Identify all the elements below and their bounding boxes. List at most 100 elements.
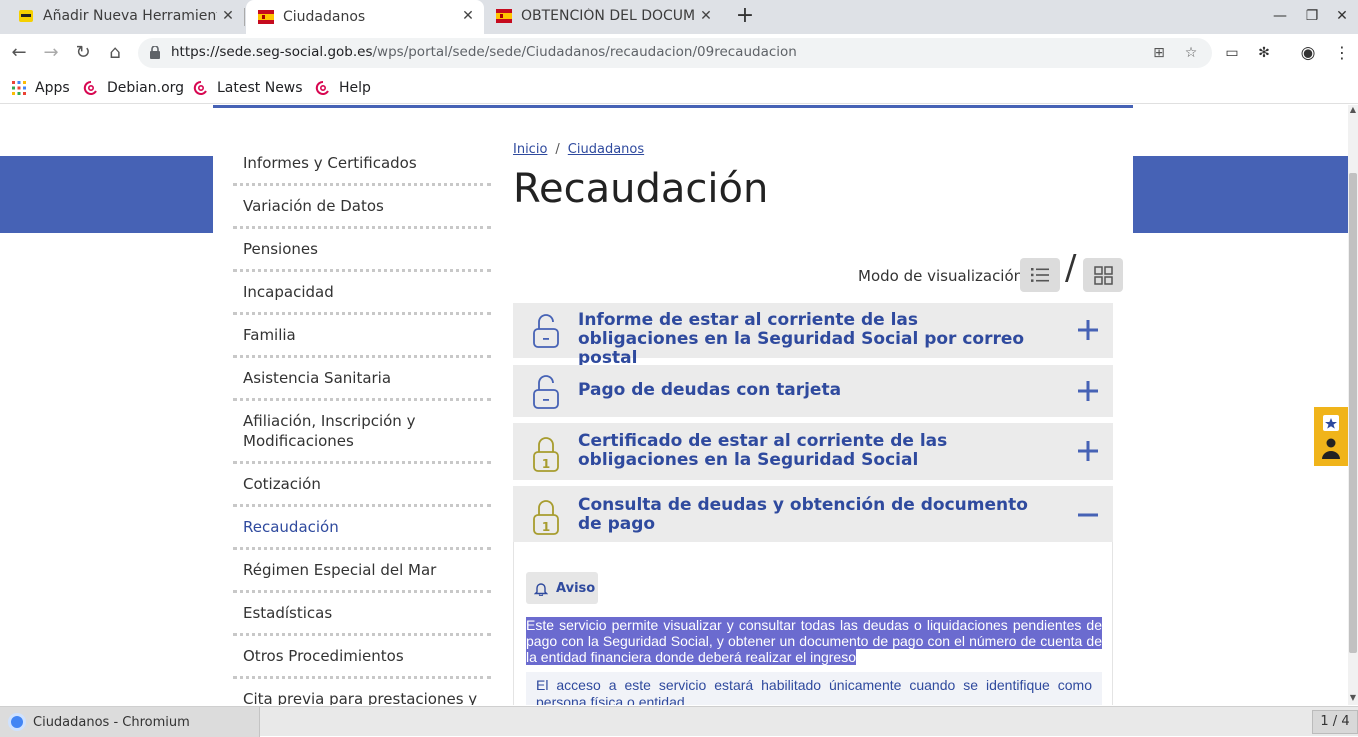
tab-obtencion-documento[interactable]: OBTENCIÓN DEL DOCUM ✕ xyxy=(484,0,722,32)
svg-text:1: 1 xyxy=(542,457,550,471)
debian-swirl-icon xyxy=(193,80,207,95)
extension-puzzle-icon[interactable]: ✻ xyxy=(1255,44,1273,62)
minimize-icon[interactable]: — xyxy=(1270,6,1290,26)
url-text[interactable]: https://sede.seg-social.gob.es/wps/porta… xyxy=(171,44,797,60)
browser-toolbar: ← → ↻ ⌂ https://sede.seg-social.gob.es/w… xyxy=(0,34,1358,72)
accordion-title[interactable]: Pago de deudas con tarjeta xyxy=(578,381,1038,400)
reload-icon[interactable]: ↻ xyxy=(72,42,94,64)
sidebar-item-incapacidad[interactable]: Incapacidad xyxy=(233,272,491,315)
aviso-badge[interactable]: Aviso xyxy=(526,572,598,604)
vertical-scrollbar[interactable]: ▲ ▼ xyxy=(1348,105,1358,705)
breadcrumb: Inicio / Ciudadanos xyxy=(513,142,644,157)
sidebar-item-otros-procedimientos[interactable]: Otros Procedimientos xyxy=(233,636,491,679)
tab-divider xyxy=(244,8,245,26)
forward-arrow-icon[interactable]: → xyxy=(40,42,62,64)
tab-title: Ciudadanos xyxy=(283,9,366,25)
new-tab-plus-icon[interactable]: + xyxy=(734,4,756,28)
user-star-icon xyxy=(1322,415,1340,459)
close-icon[interactable]: ✕ xyxy=(220,8,236,24)
spain-crest-icon xyxy=(258,10,274,24)
unlocked-icon xyxy=(533,375,559,409)
sidebar-item-cotizacion[interactable]: Cotización xyxy=(233,464,491,507)
lock-level-1-icon: 1 xyxy=(533,437,559,472)
sidebar-item-recaudacion[interactable]: Recaudación xyxy=(233,507,491,550)
bookmarks-bar: Apps Debian.org Latest News Help xyxy=(0,72,1358,104)
close-icon[interactable]: ✕ xyxy=(460,8,476,24)
accessibility-widget[interactable] xyxy=(1314,407,1348,466)
translate-icon[interactable]: ⊞ xyxy=(1150,44,1168,62)
scroll-up-arrow-icon[interactable]: ▲ xyxy=(1348,105,1358,115)
sidebar-item-variacion-datos[interactable]: Variación de Datos xyxy=(233,186,491,229)
content-container: Informes y Certificados Variación de Dat… xyxy=(213,108,1133,705)
accordion-item-pago-tarjeta[interactable]: Pago de deudas con tarjeta xyxy=(513,365,1113,417)
view-mode-label: Modo de visualización: xyxy=(858,267,1029,285)
view-mode-separator: / xyxy=(1065,248,1077,288)
lock-level-1-icon: 1 xyxy=(533,500,559,535)
home-icon[interactable]: ⌂ xyxy=(104,42,126,64)
tab-title: Añadir Nueva Herramienta xyxy=(43,8,217,24)
bookmark-debian[interactable]: Debian.org xyxy=(83,78,184,98)
page-title: Recaudación xyxy=(513,166,769,212)
url-path: /wps/portal/sede/sede/Ciudadanos/recauda… xyxy=(372,44,797,60)
tab-title: OBTENCIÓN DEL DOCUM xyxy=(521,8,696,24)
sidebar-item-afiliacion[interactable]: Afiliación, Inscripción y Modificaciones xyxy=(233,401,491,464)
close-icon[interactable]: ✕ xyxy=(698,8,714,24)
accordion-title[interactable]: Certificado de estar al corriente de las… xyxy=(578,432,1038,470)
breadcrumb-home-link[interactable]: Inicio xyxy=(513,142,547,157)
window-close-icon[interactable]: ✕ xyxy=(1332,6,1352,26)
bookmark-label: Debian.org xyxy=(107,80,185,96)
sidebar-item-pensiones[interactable]: Pensiones xyxy=(233,229,491,272)
page-viewport: Informes y Certificados Variación de Dat… xyxy=(0,105,1348,705)
url-host: https://sede.seg-social.gob.es xyxy=(171,44,373,60)
accordion-title[interactable]: Informe de estar al corriente de las obl… xyxy=(578,311,1038,368)
yellow-site-icon xyxy=(19,10,33,22)
sidebar-item-estadisticas[interactable]: Estadísticas xyxy=(233,593,491,636)
accordion-item-informe-correo[interactable]: Informe de estar al corriente de las obl… xyxy=(513,303,1113,368)
bookmark-latest-news[interactable]: Latest News xyxy=(193,78,303,98)
os-taskbar: Ciudadanos - Chromium 1 / 4 xyxy=(0,706,1358,737)
tab-strip: Añadir Nueva Herramienta ✕ Ciudadanos ✕ … xyxy=(0,0,1358,34)
profile-avatar-icon[interactable]: ◉ xyxy=(1299,44,1317,62)
accordion-panel-consulta-deudas: Aviso Este servicio permite visualizar y… xyxy=(513,542,1113,705)
unlocked-icon xyxy=(533,314,559,348)
bookmark-help[interactable]: Help xyxy=(315,78,371,98)
svg-text:1: 1 xyxy=(542,520,550,534)
plus-icon[interactable] xyxy=(1077,440,1099,462)
extension-icon[interactable]: ▭ xyxy=(1223,44,1241,62)
debian-swirl-icon xyxy=(315,80,329,95)
plus-icon[interactable] xyxy=(1077,380,1099,402)
debian-swirl-icon xyxy=(83,80,97,95)
list-view-button[interactable] xyxy=(1020,258,1060,292)
tab-anadir-herramienta[interactable]: Añadir Nueva Herramienta ✕ xyxy=(6,0,244,32)
taskbar-window-title: Ciudadanos - Chromium xyxy=(33,714,190,730)
taskbar-window-chromium[interactable]: Ciudadanos - Chromium xyxy=(0,707,260,737)
tab-ciudadanos[interactable]: Ciudadanos ✕ xyxy=(246,0,484,34)
list-icon xyxy=(1031,268,1049,282)
accordion-title[interactable]: Consulta de deudas y obtención de docume… xyxy=(578,496,1038,534)
restore-icon[interactable]: ❐ xyxy=(1302,6,1322,26)
sidebar-item-familia[interactable]: Familia xyxy=(233,315,491,358)
grid-view-button[interactable] xyxy=(1083,258,1123,292)
sidebar-item-cita-previa[interactable]: Cita previa para prestaciones y otras ge… xyxy=(233,679,491,705)
plus-icon[interactable] xyxy=(1077,319,1099,341)
sidebar-item-asistencia-sanitaria[interactable]: Asistencia Sanitaria xyxy=(233,358,491,401)
sidebar-item-informes-certificados[interactable]: Informes y Certificados xyxy=(233,143,491,186)
accordion-item-certificado[interactable]: 1 Certificado de estar al corriente de l… xyxy=(513,423,1113,480)
menu-kebab-icon[interactable]: ⋮ xyxy=(1333,44,1351,62)
breadcrumb-ciudadanos-link[interactable]: Ciudadanos xyxy=(568,142,644,157)
workspace-pager[interactable]: 1 / 4 xyxy=(1312,710,1358,734)
minus-icon[interactable] xyxy=(1077,504,1099,526)
selected-text: Este servicio permite visualizar y consu… xyxy=(526,617,1102,665)
bookmark-label: Help xyxy=(339,80,371,96)
bookmark-apps[interactable]: Apps xyxy=(11,78,70,98)
bookmark-label: Latest News xyxy=(217,80,303,96)
address-bar[interactable]: https://sede.seg-social.gob.es/wps/porta… xyxy=(138,38,1212,68)
sidebar-item-regimen-mar[interactable]: Régimen Especial del Mar xyxy=(233,550,491,593)
bookmark-star-icon[interactable]: ☆ xyxy=(1182,44,1200,62)
scroll-thumb[interactable] xyxy=(1349,173,1357,653)
padlock-icon[interactable] xyxy=(150,46,160,59)
accordion-item-consulta-deudas[interactable]: 1 Consulta de deudas y obtención de docu… xyxy=(513,486,1113,543)
back-arrow-icon[interactable]: ← xyxy=(8,42,30,64)
sidebar-menu: Informes y Certificados Variación de Dat… xyxy=(233,143,491,705)
scroll-down-arrow-icon[interactable]: ▼ xyxy=(1348,693,1358,703)
